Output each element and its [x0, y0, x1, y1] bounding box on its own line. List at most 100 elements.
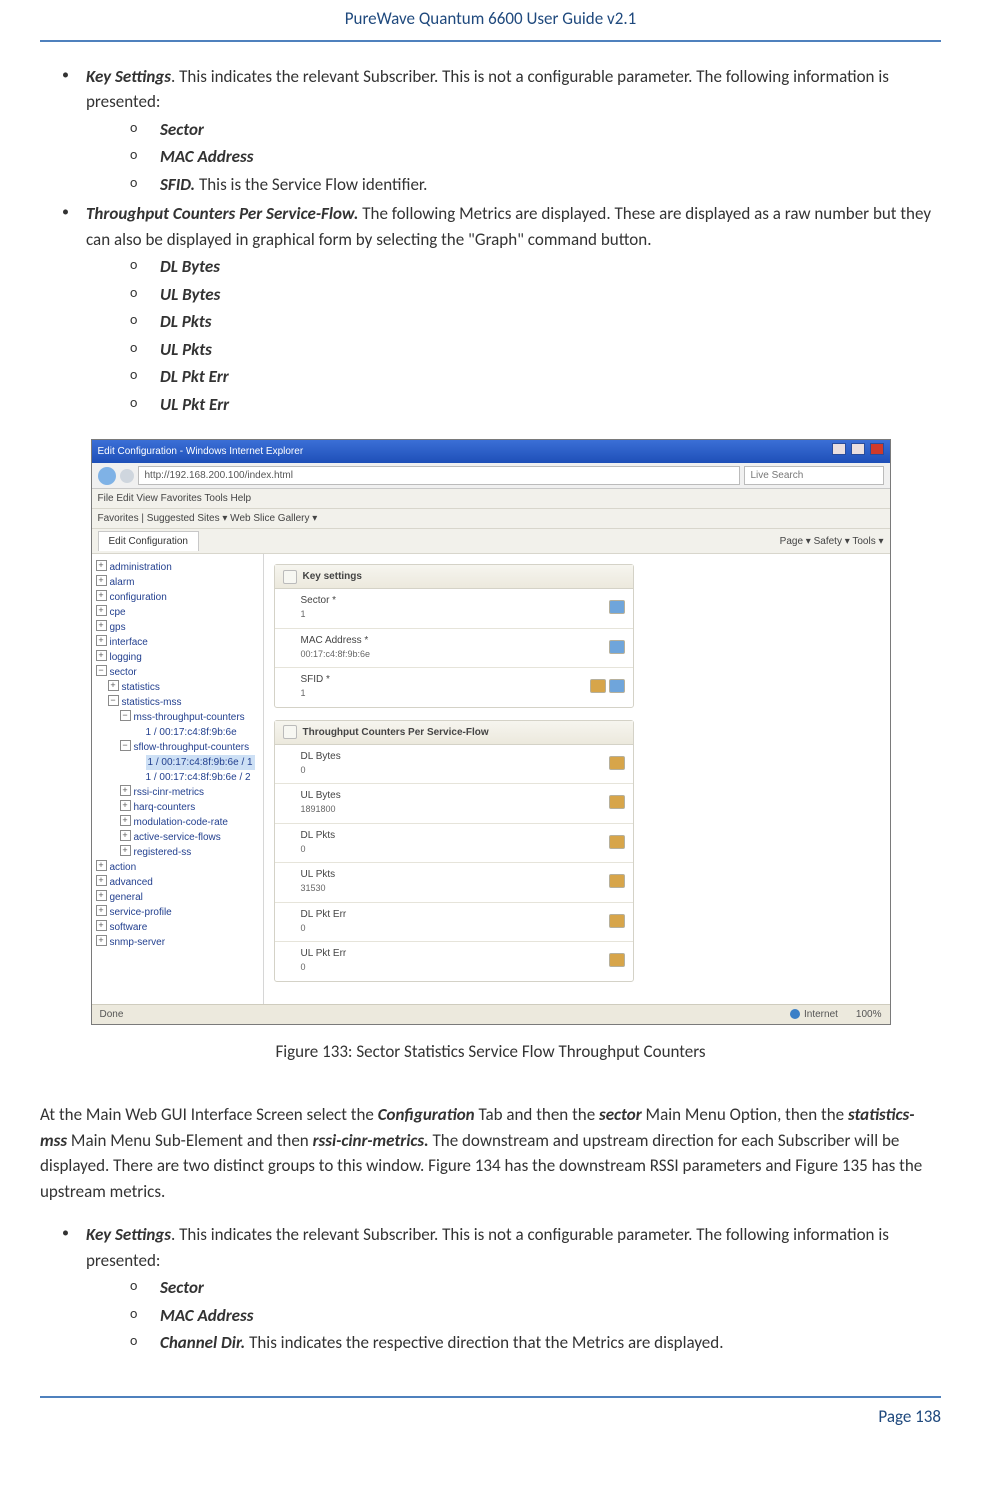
sub-ulbytes: UL Bytes — [130, 282, 941, 308]
nav-fwd-icon[interactable] — [120, 469, 134, 483]
tree-configuration[interactable]: configuration — [96, 590, 259, 605]
field-value: 00:17:c4:8f:9b:6e — [301, 648, 371, 662]
sub-desc: This is the Service Flow identifier. — [195, 174, 427, 195]
tree-action[interactable]: action — [96, 860, 259, 875]
row-ulpkts: UL Pkts 31530 — [275, 863, 633, 903]
status-zone: Internet — [804, 1009, 838, 1020]
tree-sflow-row2[interactable]: 1 / 00:17:c4:8f:9b:6e / 2 — [132, 770, 259, 785]
tree-sector[interactable]: sector — [96, 665, 259, 680]
sub-mac2: MAC Address — [130, 1303, 941, 1329]
panel-title: Throughput Counters Per Service-Flow — [303, 725, 489, 740]
tree-software[interactable]: software — [96, 920, 259, 935]
panel-header: Key settings — [275, 565, 633, 589]
maximize-icon[interactable] — [851, 443, 865, 455]
tree-harq[interactable]: harq-counters — [120, 800, 259, 815]
help-icon[interactable] — [609, 600, 625, 614]
row-ulbytes: UL Bytes1891800 — [275, 784, 633, 824]
field-value: 0 — [301, 922, 347, 936]
search-input[interactable]: Live Search — [744, 466, 884, 485]
tree-mss-throughput[interactable]: mss-throughput-counters — [120, 710, 259, 725]
panel-header: Throughput Counters Per Service-Flow — [275, 721, 633, 745]
sub-label: UL Bytes — [160, 284, 220, 305]
p-bold: Configuration — [378, 1104, 475, 1125]
tree-alarm[interactable]: alarm — [96, 575, 259, 590]
tree-logging[interactable]: logging — [96, 650, 259, 665]
graph-icon[interactable] — [609, 914, 625, 928]
field-label: UL Pkts — [301, 869, 336, 880]
page-number: Page 138 — [878, 1406, 941, 1427]
sub-label: Channel Dir. — [160, 1332, 245, 1353]
window-title: Edit Configuration - Windows Internet Ex… — [98, 444, 304, 459]
bullet-key-settings-2: Key Settings. This indicates the relevan… — [62, 1222, 941, 1356]
favorites-bar[interactable]: Favorites | Suggested Sites ▾ Web Slice … — [92, 509, 890, 529]
key-icon — [283, 570, 297, 584]
throughput-panel: Throughput Counters Per Service-Flow DL … — [274, 720, 634, 982]
tree-service-profile[interactable]: service-profile — [96, 905, 259, 920]
sub-label: MAC Address — [160, 146, 253, 167]
graph-icon[interactable] — [609, 874, 625, 888]
tab-edit-config[interactable]: Edit Configuration — [98, 531, 200, 551]
graph-icon[interactable] — [590, 679, 606, 693]
graph-icon[interactable] — [609, 795, 625, 809]
tree-interface[interactable]: interface — [96, 635, 259, 650]
tree-selected: 1 / 00:17:c4:8f:9b:6e / 1 — [146, 755, 255, 770]
row-dlpkterr: DL Pkt Err0 — [275, 903, 633, 943]
graph-icon[interactable] — [609, 756, 625, 770]
menu-bar[interactable]: File Edit View Favorites Tools Help — [92, 489, 890, 509]
tree-advanced[interactable]: advanced — [96, 875, 259, 890]
tree-mss-row[interactable]: 1 / 00:17:c4:8f:9b:6e — [132, 725, 259, 740]
tree-gps[interactable]: gps — [96, 620, 259, 635]
tree-asf[interactable]: active-service-flows — [120, 830, 259, 845]
sub-label: Sector — [160, 119, 204, 140]
row-sector: Sector *1 — [275, 589, 633, 629]
tree-cpe[interactable]: cpe — [96, 605, 259, 620]
field-value: 31530 — [301, 882, 336, 896]
tree-mcr[interactable]: modulation-code-rate — [120, 815, 259, 830]
header-title: PureWave Quantum 6600 User Guide v2.1 — [345, 8, 637, 29]
window-buttons[interactable] — [830, 443, 884, 460]
page-footer: Page 138 — [40, 1396, 941, 1430]
tree-rssi-cinr[interactable]: rssi-cinr-metrics — [120, 785, 259, 800]
sub-sector: Sector — [130, 117, 941, 143]
help-icon[interactable] — [609, 640, 625, 654]
bullet-label: Key Settings — [86, 1224, 171, 1245]
sub-label: UL Pkt Err — [160, 394, 229, 415]
bullet-key-settings-1: Key Settings. This indicates the relevan… — [62, 64, 941, 198]
sub-label: Sector — [160, 1277, 204, 1298]
graph-icon[interactable] — [609, 835, 625, 849]
status-bar: Done Internet 100% — [92, 1004, 890, 1024]
p-bold: rssi-cinr-metrics. — [313, 1130, 429, 1151]
nav-tree[interactable]: administration alarm configuration cpe g… — [92, 554, 264, 1004]
sub-label: DL Bytes — [160, 256, 220, 277]
tree-sflow-throughput[interactable]: sflow-throughput-counters — [120, 740, 259, 755]
field-label: SFID * — [301, 674, 330, 685]
p-bold: sector — [599, 1104, 642, 1125]
tree-general[interactable]: general — [96, 890, 259, 905]
toolbar-right[interactable]: Page ▾ Safety ▾ Tools ▾ — [780, 534, 884, 549]
field-label: UL Bytes — [301, 790, 341, 801]
main-pane: Key settings Sector *1 MAC Address *00:1… — [264, 554, 890, 1004]
sub-ulpkterr: UL Pkt Err — [130, 392, 941, 418]
tree-statistics-mss[interactable]: statistics-mss — [108, 695, 259, 710]
tree-snmp[interactable]: snmp-server — [96, 935, 259, 950]
row-sfid: SFID *1 — [275, 668, 633, 707]
close-icon[interactable] — [870, 443, 884, 455]
help-icon[interactable] — [609, 679, 625, 693]
paragraph-nav: At the Main Web GUI Interface Screen sel… — [40, 1102, 941, 1204]
status-zoom: 100% — [856, 1007, 882, 1022]
graph-icon[interactable] — [609, 953, 625, 967]
row-dlbytes: DL Bytes0 — [275, 745, 633, 785]
url-input[interactable]: http://192.168.200.100/index.html — [138, 466, 740, 485]
sub-dlbytes: DL Bytes — [130, 254, 941, 280]
screenshot-mock: Edit Configuration - Windows Internet Ex… — [91, 439, 891, 1025]
key-settings-panel: Key settings Sector *1 MAC Address *00:1… — [274, 564, 634, 708]
address-bar: http://192.168.200.100/index.html Live S… — [92, 463, 890, 489]
tree-administration[interactable]: administration — [96, 560, 259, 575]
minimize-icon[interactable] — [832, 443, 846, 455]
tree-sflow-row1[interactable]: 1 / 00:17:c4:8f:9b:6e / 1 — [132, 755, 259, 770]
nav-back-icon[interactable] — [98, 467, 116, 485]
tree-regss[interactable]: registered-ss — [120, 845, 259, 860]
globe-icon — [790, 1009, 800, 1019]
bullet-desc: . This indicates the relevant Subscriber… — [86, 66, 889, 113]
tree-statistics[interactable]: statistics — [108, 680, 259, 695]
